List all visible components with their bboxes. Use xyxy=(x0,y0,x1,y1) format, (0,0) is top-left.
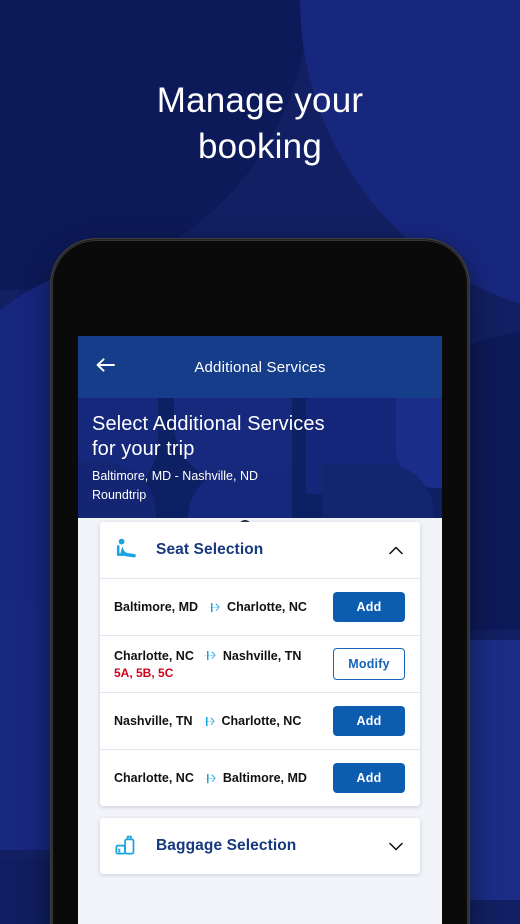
selected-seats: 5A, 5B, 5C xyxy=(114,666,174,680)
modify-seat-button[interactable]: Modify xyxy=(333,648,405,680)
phone-top-bezel xyxy=(50,238,470,328)
flight-info: Nashville, TN Charlotte, NC xyxy=(114,714,333,729)
airplane-icon xyxy=(200,714,215,729)
flight-destination: Charlotte, NC xyxy=(221,714,302,728)
flight-route: Baltimore, MD Charlotte, NC xyxy=(114,600,333,615)
flight-row: Charlotte, NC Baltimore, MD Add xyxy=(100,749,420,806)
flight-destination: Baltimore, MD xyxy=(222,771,307,785)
app-bar: Additional Services xyxy=(78,336,442,398)
flight-row: Baltimore, MD Charlotte, NC Add xyxy=(100,578,420,635)
baggage-icon xyxy=(113,833,143,859)
airplane-icon xyxy=(201,771,216,786)
baggage-selection-card: Baggage Selection xyxy=(100,818,420,874)
seat-icon xyxy=(113,537,143,563)
add-seat-button[interactable]: Add xyxy=(333,763,405,793)
flight-destination: Nashville, TN xyxy=(222,648,302,663)
flight-route: Nashville, TN Charlotte, NC xyxy=(114,714,333,729)
seat-selection-title: Seat Selection xyxy=(156,541,264,558)
page-title: Select Additional Services for your trip xyxy=(92,413,325,460)
trip-route: Baltimore, MD - Nashville, ND xyxy=(92,469,259,483)
flight-destination: Charlotte, NC xyxy=(227,600,307,614)
add-seat-button[interactable]: Add xyxy=(333,706,405,736)
flight-origin: Baltimore, MD xyxy=(114,600,199,614)
baggage-selection-header[interactable]: Baggage Selection xyxy=(100,818,420,874)
back-button[interactable] xyxy=(78,336,132,398)
flight-origin: Charlotte, NC xyxy=(114,771,194,785)
add-seat-button[interactable]: Add xyxy=(333,592,405,622)
chevron-down-icon[interactable] xyxy=(387,842,405,851)
flight-route: Charlotte, NC Baltimore, MD xyxy=(114,771,333,786)
baggage-selection-title: Baggage Selection xyxy=(156,837,297,854)
flight-info: Charlotte, NC Baltimore, MD xyxy=(114,771,333,786)
phone-screen: Additional Services Select Additional Se… xyxy=(78,336,442,924)
hero-section: Select Additional Services for your trip… xyxy=(78,398,442,518)
airplane-icon xyxy=(205,600,220,615)
flight-route: Charlotte, NC Nashville, TN xyxy=(114,648,333,663)
hero-text-block: Select Additional Services for your trip… xyxy=(92,412,428,505)
promo-backdrop: Manage your booking Additional Services xyxy=(0,0,520,924)
flight-row: Charlotte, NC Nashville, TN 5A, 5B, 5C M… xyxy=(100,635,420,692)
app-bar-title: Additional Services xyxy=(194,358,326,376)
seat-selection-card: Seat Selection Baltimore, MD Charlotte, … xyxy=(100,522,420,806)
flight-origin: Nashville, TN xyxy=(114,714,193,728)
flight-info: Baltimore, MD Charlotte, NC xyxy=(114,600,333,615)
seat-selection-header[interactable]: Seat Selection xyxy=(100,522,420,578)
promo-headline: Manage your booking xyxy=(156,81,364,166)
flight-info: Charlotte, NC Nashville, TN 5A, 5B, 5C xyxy=(114,648,333,681)
arrow-left-icon xyxy=(95,357,115,378)
flight-origin: Charlotte, NC xyxy=(114,648,194,663)
flight-row: Nashville, TN Charlotte, NC Add xyxy=(100,692,420,749)
airplane-icon xyxy=(201,648,216,663)
trip-type: Roundtrip xyxy=(92,488,147,502)
chevron-up-icon[interactable] xyxy=(387,546,405,555)
services-list: Seat Selection Baltimore, MD Charlotte, … xyxy=(78,522,442,874)
phone-mockup: Additional Services Select Additional Se… xyxy=(50,238,470,924)
